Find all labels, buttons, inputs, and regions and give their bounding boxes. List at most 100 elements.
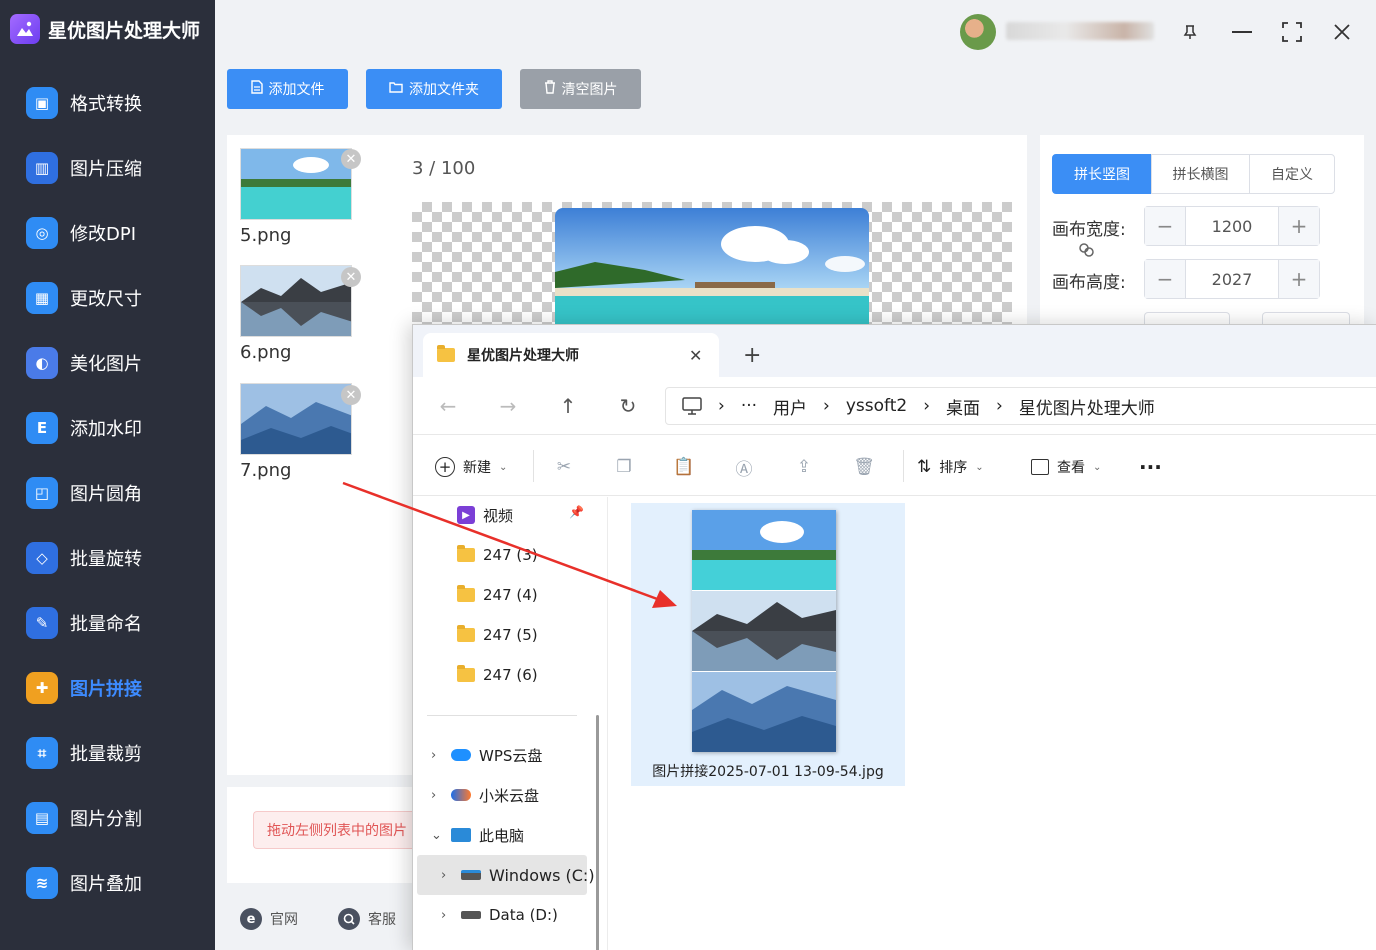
up-arrow-icon[interactable]: ↑ (553, 391, 583, 421)
sidebar-item-label: 图片分割 (70, 809, 142, 830)
tree-wps-cloud[interactable]: › WPS云盘 (431, 741, 542, 769)
thumbnail-7[interactable] (240, 383, 352, 455)
username-blurred (1006, 22, 1154, 40)
tree-this-pc[interactable]: ⌄ 此电脑 (431, 821, 524, 849)
sidebar-item[interactable]: ▤ 图片分割 (0, 796, 215, 840)
explorer-tabbar: 星优图片处理大师 ✕ + (413, 325, 1376, 377)
tree-drive-d[interactable]: › Data (D:) (441, 901, 558, 929)
sidebar-item[interactable]: ◐ 美化图片 (0, 341, 215, 385)
tab-close-icon[interactable]: ✕ (689, 346, 719, 365)
sidebar-item[interactable]: E 添加水印 (0, 406, 215, 450)
breadcrumb-item[interactable]: 桌面 (946, 394, 980, 419)
pin-icon[interactable] (1170, 14, 1210, 50)
explorer-tab[interactable]: 星优图片处理大师 ✕ (423, 333, 719, 377)
chevron-right-icon: › (431, 747, 437, 763)
canvas-height-stepper[interactable]: − 2027 + (1144, 259, 1320, 299)
sidebar-item-label: 批量裁剪 (70, 744, 142, 765)
support-link[interactable]: 客服 (338, 908, 396, 930)
new-tab-icon[interactable]: + (743, 343, 761, 368)
sidebar-item-label: 修改DPI (70, 224, 137, 245)
sidebar-item[interactable]: ◇ 批量旋转 (0, 536, 215, 580)
paste-icon[interactable]: 📋 (671, 454, 697, 480)
breadcrumb-separator: › (996, 396, 1003, 416)
remove-thumbnail-5-icon[interactable]: ✕ (341, 149, 361, 169)
sidebar-item[interactable]: ✎ 批量命名 (0, 601, 215, 645)
breadcrumb-more[interactable]: ··· (741, 396, 757, 416)
tree-scrollbar[interactable] (596, 715, 599, 950)
sidebar-item[interactable]: ◎ 修改DPI (0, 211, 215, 255)
layers-icon: ≋ (26, 867, 58, 899)
drive-icon (461, 911, 481, 919)
quick-access-folder[interactable]: 247 (6) (457, 661, 538, 689)
refresh-icon[interactable]: ↻ (613, 391, 643, 421)
breadcrumb-item[interactable]: yssoft2 (846, 396, 907, 416)
website-link[interactable]: e 官网 (240, 908, 298, 930)
folder-icon (389, 81, 403, 97)
remove-thumbnail-7-icon[interactable]: ✕ (341, 385, 361, 405)
pin-icon[interactable]: 📌 (569, 505, 584, 519)
sidebar-item-label: 格式转换 (70, 94, 142, 115)
cut-icon[interactable]: ✂ (551, 454, 577, 480)
quick-access-folder[interactable]: 247 (5) (457, 621, 538, 649)
round-corner-icon: ◰ (26, 477, 58, 509)
sidebar-item[interactable]: ▦ 更改尺寸 (0, 276, 215, 320)
address-bar[interactable]: › ··· 用户 › yssoft2 › 桌面 › 星优图片处理大师 (665, 387, 1376, 425)
add-file-button[interactable]: 添加文件 (227, 69, 348, 109)
tree-mi-cloud[interactable]: › 小米云盘 (431, 781, 539, 809)
more-options-icon[interactable]: ··· (1139, 454, 1162, 480)
sidebar-item[interactable]: ⌗ 批量裁剪 (0, 731, 215, 775)
monitor-icon (451, 828, 471, 842)
breadcrumb-separator: › (823, 396, 830, 416)
sidebar-item[interactable]: ≋ 图片叠加 (0, 861, 215, 905)
sidebar-item-label: 批量命名 (70, 614, 142, 635)
sidebar-item[interactable]: ▣ 格式转换 (0, 81, 215, 125)
mode-vertical-tab[interactable]: 拼长竖图 (1052, 154, 1152, 194)
breadcrumb-item[interactable]: 星优图片处理大师 (1019, 394, 1155, 419)
forward-arrow-icon[interactable]: → (493, 391, 523, 421)
thumbnail-6[interactable] (240, 265, 352, 337)
share-icon[interactable]: ⇪ (791, 454, 817, 480)
thumbnail-5[interactable] (240, 148, 352, 220)
height-increment-button[interactable]: + (1279, 260, 1319, 298)
rename-icon[interactable]: Ⓐ (731, 454, 757, 480)
sidebar-item[interactable]: ✚ 图片拼接 (0, 666, 215, 710)
quick-access-folder[interactable]: 247 (3) (457, 541, 538, 569)
new-item-button[interactable]: + 新建 ⌄ (435, 454, 507, 480)
folder-icon (457, 585, 475, 602)
width-increment-button[interactable]: + (1279, 207, 1319, 245)
sidebar-item[interactable]: ◰ 图片圆角 (0, 471, 215, 515)
back-arrow-icon[interactable]: ← (433, 391, 463, 421)
link-ratio-icon[interactable] (1077, 240, 1097, 264)
quick-access-folder[interactable]: 247 (4) (457, 581, 538, 609)
app-title-text: 星优图片处理大师 (48, 19, 201, 42)
file-name: 图片拼接2025-07-01 13-09-54.jpg (652, 764, 884, 780)
mode-custom-tab[interactable]: 自定义 (1249, 154, 1335, 194)
quick-access-video[interactable]: ▶ 视频 (457, 501, 513, 529)
file-tile[interactable]: 图片拼接2025-07-01 13-09-54.jpg (631, 503, 905, 786)
maximize-icon[interactable] (1272, 14, 1312, 50)
width-value[interactable]: 1200 (1185, 207, 1279, 245)
chevron-down-icon: ⌄ (975, 461, 984, 473)
folder-icon (457, 625, 475, 642)
sidebar-item-label: 图片叠加 (70, 874, 142, 895)
remove-thumbnail-6-icon[interactable]: ✕ (341, 267, 361, 287)
chevron-right-icon: › (441, 907, 447, 923)
sidebar-item[interactable]: ▥ 图片压缩 (0, 146, 215, 190)
user-avatar[interactable] (960, 14, 996, 50)
tree-drive-c[interactable]: › Windows (C:) (441, 861, 595, 889)
height-decrement-button[interactable]: − (1145, 260, 1185, 298)
sort-button[interactable]: ⇅ 排序 ⌄ (917, 454, 984, 480)
canvas-width-stepper[interactable]: − 1200 + (1144, 206, 1320, 246)
breadcrumb-item[interactable]: 用户 (773, 394, 807, 419)
canvas-height-label: 画布高度: (1052, 273, 1126, 293)
mode-horizontal-tab[interactable]: 拼长横图 (1151, 154, 1250, 194)
add-folder-button[interactable]: 添加文件夹 (366, 69, 502, 109)
close-icon[interactable] (1322, 14, 1362, 50)
delete-icon[interactable]: 🗑 (851, 454, 877, 480)
copy-icon[interactable]: ❐ (611, 454, 637, 480)
clear-images-button[interactable]: 清空图片 (520, 69, 641, 109)
minimize-icon[interactable] (1222, 14, 1262, 50)
height-value[interactable]: 2027 (1185, 260, 1279, 298)
width-decrement-button[interactable]: − (1145, 207, 1185, 245)
view-button[interactable]: 查看 ⌄ (1031, 454, 1101, 480)
